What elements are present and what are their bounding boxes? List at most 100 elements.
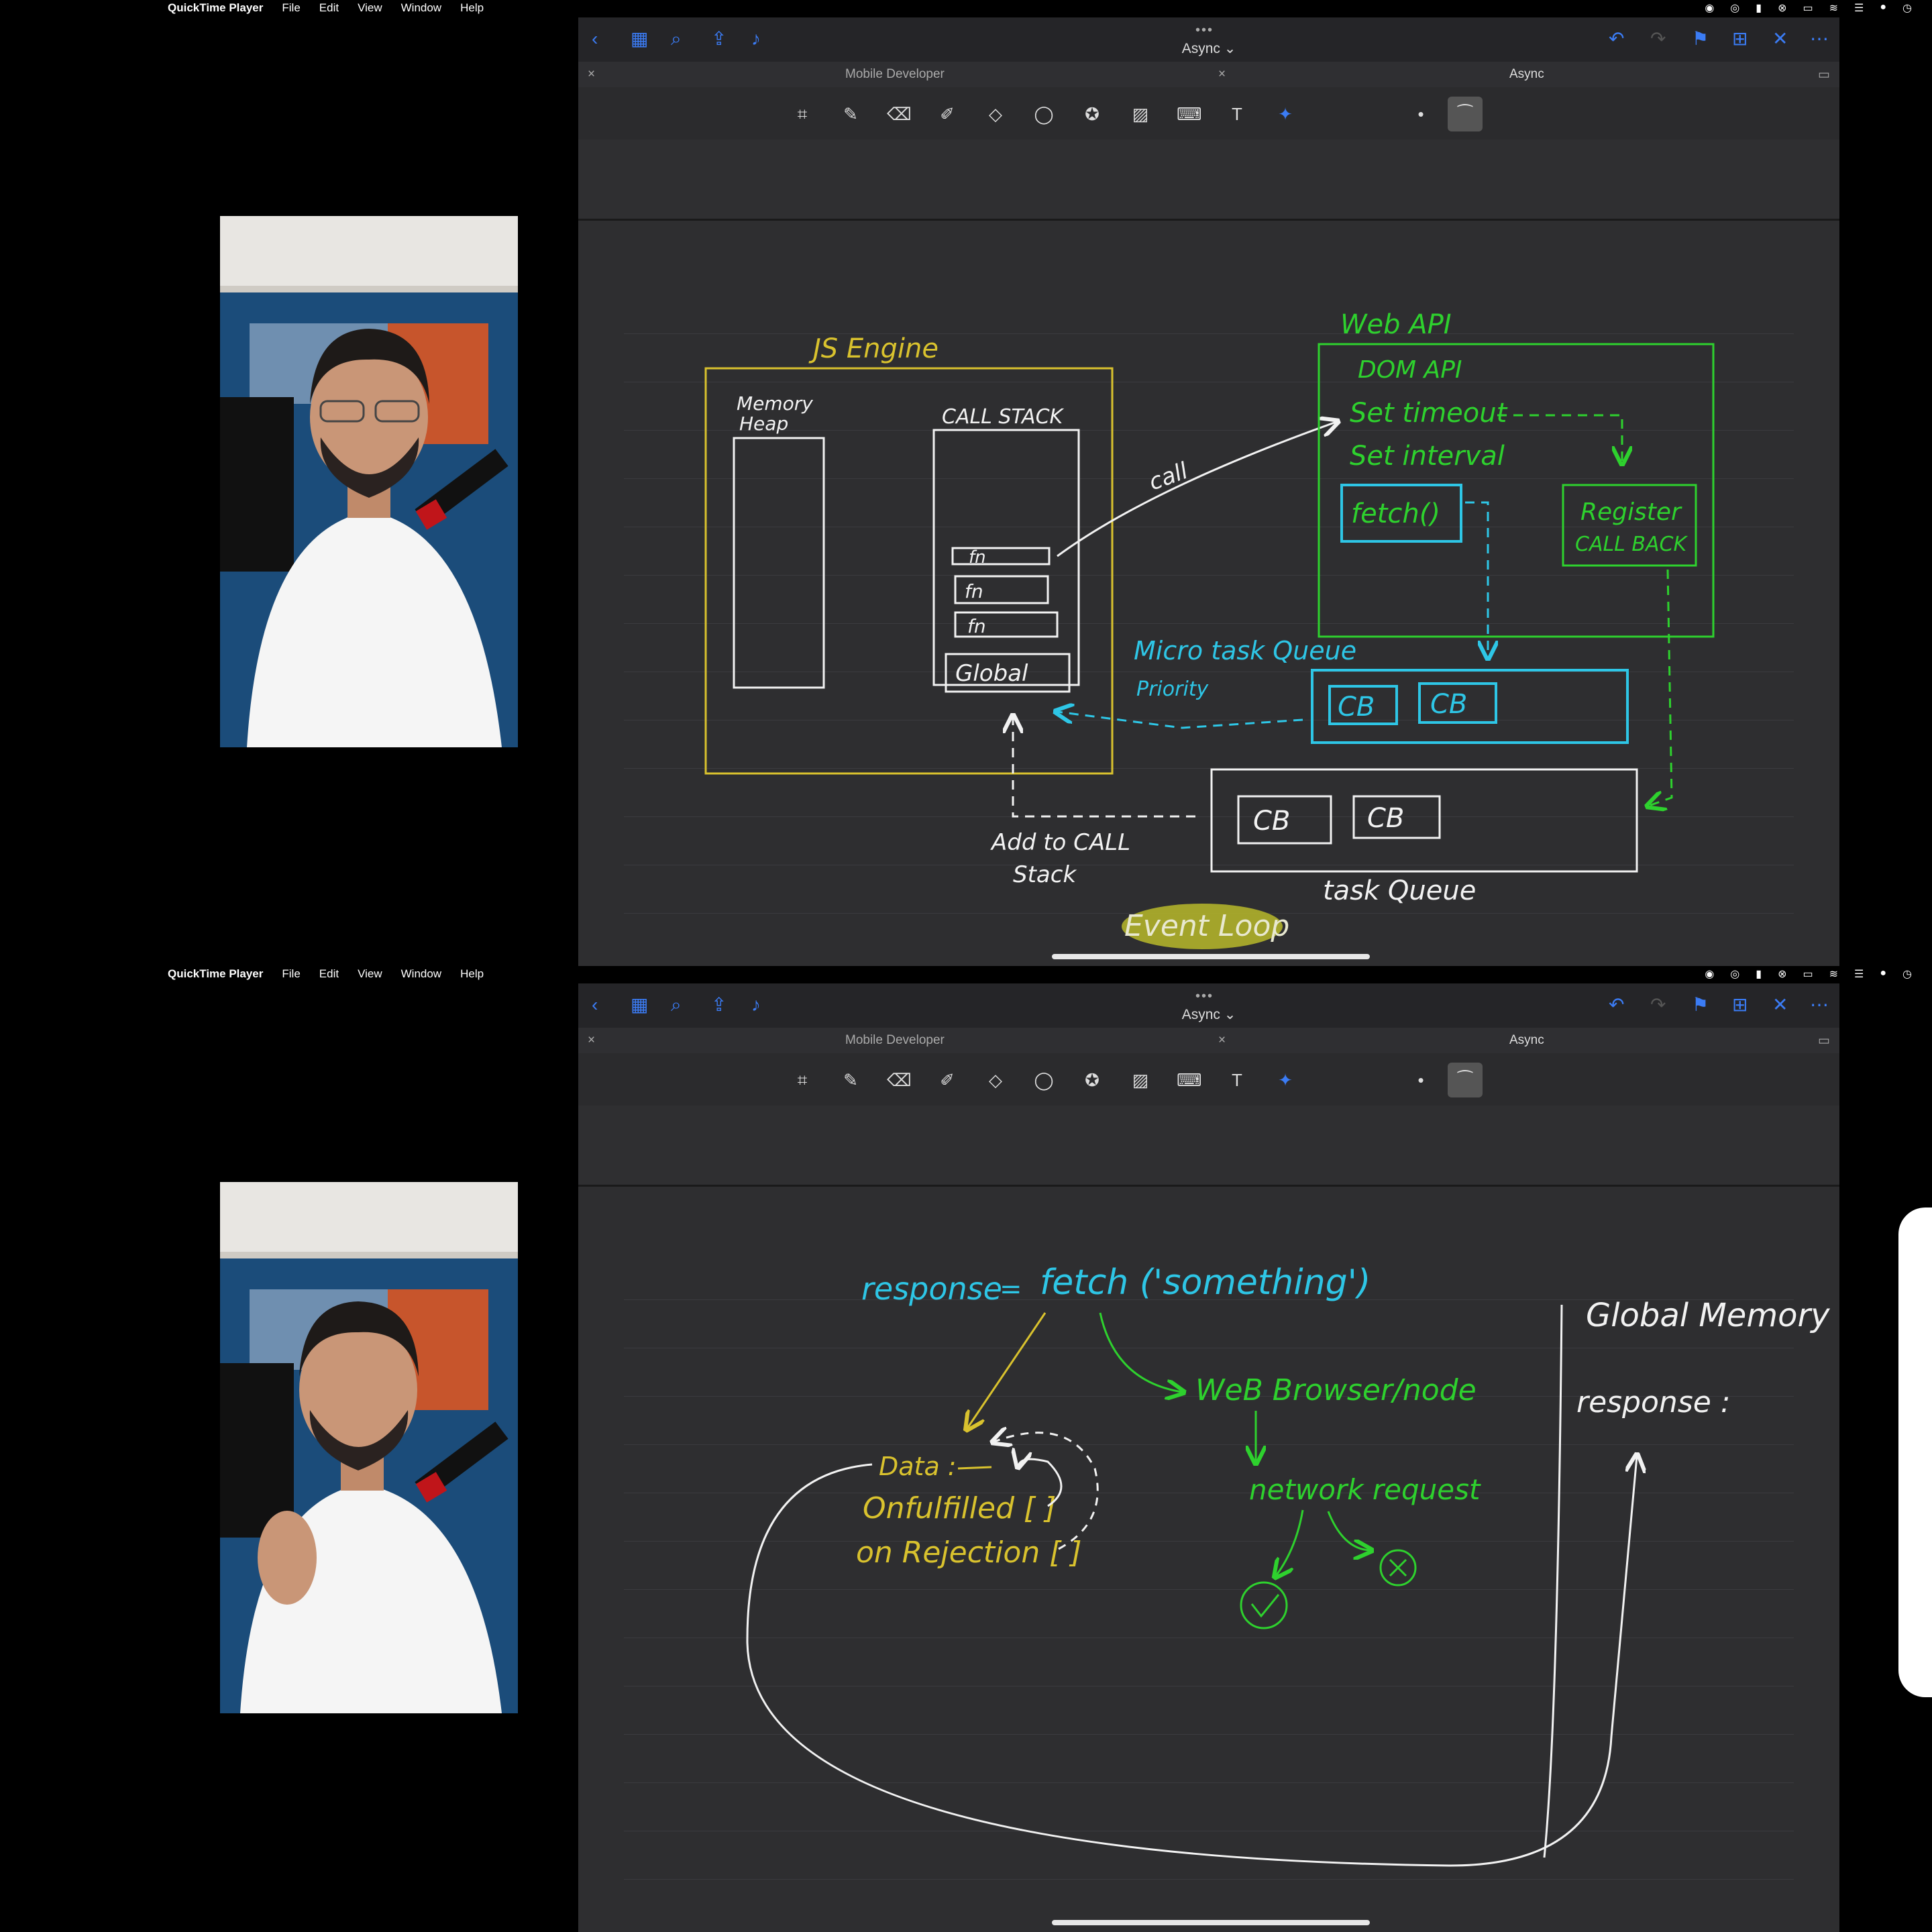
pen-icon[interactable]: ✎ — [839, 1068, 863, 1092]
menu-app-name[interactable]: QuickTime Player — [168, 1, 263, 15]
focus-icon[interactable]: ◉ — [1705, 967, 1714, 981]
title-bar: ••• ‹ ▦ ⌕ ⇪ ♪ Async ⌄ ↶ ↷ ⚑ ⊞ ✕ ⋯ — [578, 983, 1839, 1028]
task-callback-label: CB — [1367, 803, 1404, 834]
image-icon[interactable]: ▨ — [1128, 102, 1152, 126]
scan-icon[interactable]: ⌗ — [790, 102, 814, 126]
shapes-icon[interactable]: ◇ — [983, 1068, 1008, 1092]
bookmark-icon[interactable]: ⚑ — [1692, 994, 1709, 1016]
menu-window[interactable]: Window — [401, 1, 441, 15]
response-label: response — [861, 1271, 1002, 1307]
display-icon[interactable]: ▭ — [1803, 967, 1813, 981]
menu-view[interactable]: View — [358, 1, 382, 15]
tab-async[interactable]: Async — [1509, 1033, 1544, 1048]
wifi-icon[interactable]: ≋ — [1829, 1, 1838, 15]
equals-label: = — [1000, 1274, 1022, 1305]
focus-icon[interactable]: ◉ — [1705, 1, 1714, 15]
lasso-icon[interactable]: ◯ — [1032, 1068, 1056, 1092]
pen-size-dot[interactable]: • — [1409, 102, 1433, 126]
screen-record-icon[interactable]: ◎ — [1730, 967, 1739, 981]
eraser-icon[interactable]: ⌫ — [887, 1068, 912, 1092]
lasso-icon[interactable]: ◯ — [1032, 102, 1056, 126]
more-icon[interactable]: ⋯ — [1810, 28, 1829, 50]
tab-close-icon[interactable]: × — [588, 1033, 595, 1048]
home-indicator[interactable] — [1052, 1920, 1370, 1925]
menu-help[interactable]: Help — [460, 1, 484, 15]
bookmark-icon[interactable]: ⚑ — [1692, 28, 1709, 50]
sticker-icon[interactable]: ✪ — [1080, 1068, 1104, 1092]
control-center-icon[interactable]: ☰ — [1854, 967, 1864, 981]
shapes-icon[interactable]: ◇ — [983, 102, 1008, 126]
window-grabber[interactable]: ••• — [1195, 989, 1214, 1004]
app-status-icon[interactable]: ⊗ — [1778, 1, 1786, 15]
close-icon[interactable]: ✕ — [1772, 28, 1788, 50]
fetch-to-data-arrow — [967, 1312, 1046, 1428]
app-status-icon[interactable]: ⊗ — [1778, 967, 1786, 981]
control-center-icon[interactable]: ☰ — [1854, 1, 1864, 15]
text-icon[interactable]: T — [1225, 102, 1249, 126]
redo-icon[interactable]: ↷ — [1650, 994, 1666, 1016]
window-grabber[interactable]: ••• — [1195, 23, 1214, 38]
scan-icon[interactable]: ⌗ — [790, 1068, 814, 1092]
highlighter-icon[interactable]: ✐ — [935, 1068, 959, 1092]
tab-close-icon[interactable]: × — [1218, 1033, 1226, 1048]
highlighter-icon[interactable]: ✐ — [935, 102, 959, 126]
menu-edit[interactable]: Edit — [319, 967, 339, 981]
eraser-icon[interactable]: ⌫ — [887, 102, 912, 126]
pen-size-dot[interactable]: • — [1409, 1068, 1433, 1092]
menu-view[interactable]: View — [358, 967, 382, 981]
add-page-icon[interactable]: ⊞ — [1732, 28, 1748, 50]
undo-icon[interactable]: ↶ — [1609, 994, 1624, 1016]
pen-style-button[interactable]: ⁀ — [1448, 97, 1483, 131]
sidebar-toggle-icon[interactable]: ▭ — [1818, 67, 1830, 83]
tab-close-icon[interactable]: × — [1218, 67, 1226, 82]
sidebar-toggle-icon[interactable]: ▭ — [1818, 1033, 1830, 1049]
microtask-callback-label: CB — [1338, 692, 1375, 722]
menu-app-name[interactable]: QuickTime Player — [168, 967, 263, 981]
close-icon[interactable]: ✕ — [1772, 994, 1788, 1016]
menu-bar: QuickTime Player File Edit View Window H… — [0, 966, 1932, 982]
tab-close-icon[interactable]: × — [588, 67, 595, 82]
display-icon[interactable]: ▭ — [1803, 1, 1813, 15]
menu-file[interactable]: File — [282, 967, 300, 981]
title-bar: ••• ‹ ▦ ⌕ ⇪ ♪ Async ⌄ ↶ ↷ ⚑ ⊞ ✕ ⋯ — [578, 17, 1839, 62]
stage-icon[interactable]: ▮ — [1756, 967, 1762, 981]
clock-icon[interactable]: ◷ — [1902, 967, 1912, 981]
pen-style-button[interactable]: ⁀ — [1448, 1063, 1483, 1097]
tab-mobile-developer[interactable]: Mobile Developer — [845, 67, 945, 82]
home-indicator[interactable] — [1052, 954, 1370, 959]
clock-icon[interactable]: ◷ — [1902, 1, 1912, 15]
keyboard-icon[interactable]: ⌨ — [1177, 102, 1202, 126]
sticker-icon[interactable]: ✪ — [1080, 102, 1104, 126]
laser-icon[interactable]: ✦ — [1273, 102, 1297, 126]
siri-icon[interactable]: ● — [1880, 967, 1886, 981]
menu-window[interactable]: Window — [401, 967, 441, 981]
siri-icon[interactable]: ● — [1880, 1, 1886, 15]
image-icon[interactable]: ▨ — [1128, 1068, 1152, 1092]
side-widget[interactable] — [1898, 1208, 1932, 1697]
stage-icon[interactable]: ▮ — [1756, 1, 1762, 15]
screen-record-icon[interactable]: ◎ — [1730, 1, 1739, 15]
redo-icon[interactable]: ↷ — [1650, 28, 1666, 50]
failure-arrow — [1327, 1511, 1370, 1550]
call-stack-label: CALL STACK — [942, 405, 1065, 429]
notebook-page: JS Engine Memory Heap CALL STACK fn fn f… — [578, 221, 1839, 966]
add-to-call-label: Add to CALL — [990, 829, 1130, 856]
tab-mobile-developer[interactable]: Mobile Developer — [845, 1033, 945, 1048]
frame-top: QuickTime Player File Edit View Window H… — [0, 0, 1932, 966]
menu-help[interactable]: Help — [460, 967, 484, 981]
call-stack-box — [932, 429, 1080, 686]
callback-label: CALL BACK — [1575, 533, 1688, 556]
undo-icon[interactable]: ↶ — [1609, 28, 1624, 50]
menu-file[interactable]: File — [282, 1, 300, 15]
js-engine-label: JS Engine — [808, 333, 938, 364]
laser-icon[interactable]: ✦ — [1273, 1068, 1297, 1092]
text-icon[interactable]: T — [1225, 1068, 1249, 1092]
tab-async[interactable]: Async — [1509, 67, 1544, 82]
keyboard-icon[interactable]: ⌨ — [1177, 1068, 1202, 1092]
more-icon[interactable]: ⋯ — [1810, 994, 1829, 1016]
memory-label: Memory — [737, 392, 813, 415]
menu-edit[interactable]: Edit — [319, 1, 339, 15]
add-page-icon[interactable]: ⊞ — [1732, 994, 1748, 1016]
wifi-icon[interactable]: ≋ — [1829, 967, 1838, 981]
pen-icon[interactable]: ✎ — [839, 102, 863, 126]
